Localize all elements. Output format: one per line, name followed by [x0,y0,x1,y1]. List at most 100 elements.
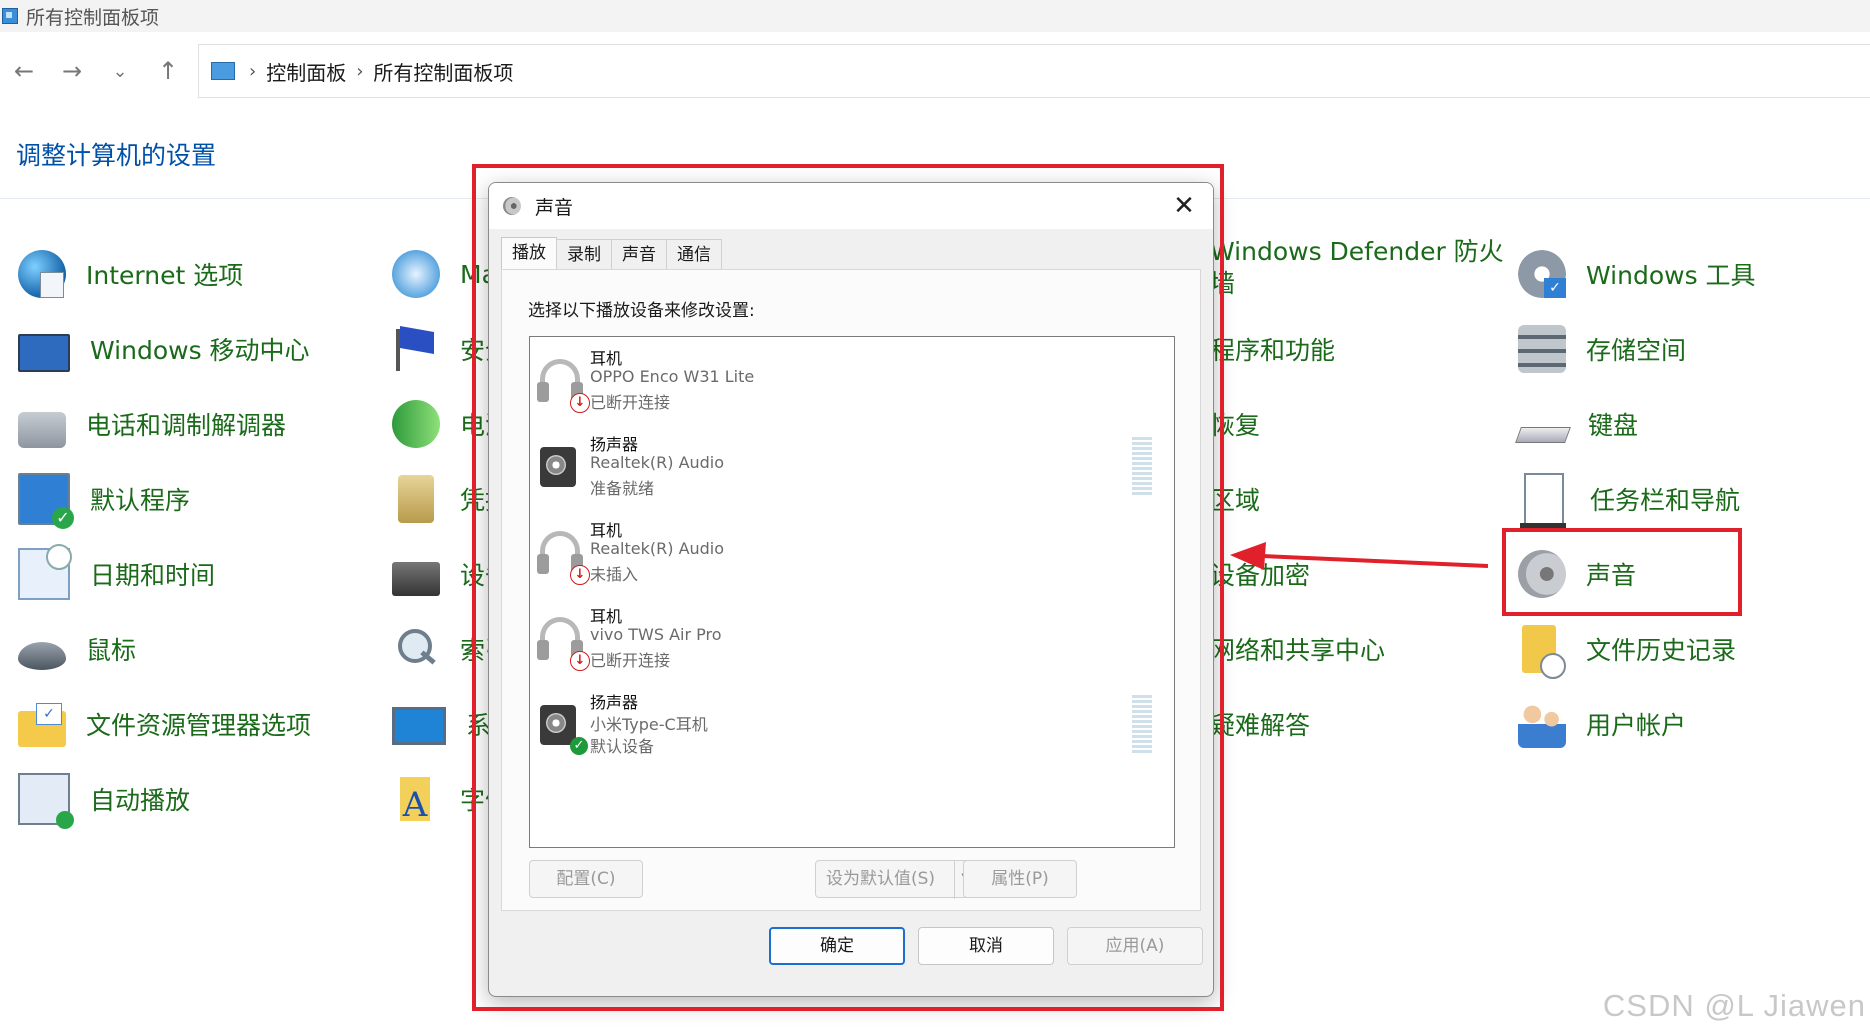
address-bar[interactable]: › 控制面板 › 所有控制面板项 [198,44,1870,98]
power-options-icon [392,400,440,448]
cp-item-date-time[interactable]: 日期和时间 [18,544,215,604]
cp-item-storage-spaces[interactable]: 存储空间 [1518,319,1686,379]
device-status: 已断开连接 [590,393,671,412]
dialog-titlebar: 声音 ✕ [489,183,1213,229]
cp-item-label: 日期和时间 [90,561,216,590]
dialog-title: 声音 [535,196,574,219]
cp-item-label: 设备加密 [1210,561,1311,590]
breadcrumb-separator-icon: › [249,60,257,82]
cancel-button[interactable]: 取消 [918,927,1054,965]
tab-communications[interactable]: 通信 [666,239,722,270]
cp-item-device-encryption[interactable]: 设备加密 [1210,544,1310,604]
device-name: 扬声器 [590,435,639,454]
keyboard-icon [1515,427,1571,443]
cp-item-windows-tools[interactable]: Windows 工具 [1518,244,1756,304]
device-list-item[interactable]: ↓ 耳机 Realtek(R) Audio 未插入 [536,511,1166,597]
laptop-icon [18,334,70,372]
playback-device-list[interactable]: ↓ 耳机 OPPO Enco W31 Lite 已断开连接 扬声器 Realte… [529,336,1175,848]
font-icon: A [400,777,430,825]
navigation-bar: ← → ⌄ ↑ › 控制面板 › 所有控制面板项 [0,40,1870,102]
device-description: Realtek(R) Audio [590,539,725,558]
headphones-icon [537,617,583,660]
cp-item-phone-modem[interactable]: 电话和调制解调器 [18,394,286,454]
breadcrumb-all-items[interactable]: 所有控制面板项 [373,57,513,86]
back-arrow-icon[interactable]: ← [0,57,48,85]
control-panel-icon [211,62,235,80]
phone-icon [18,412,66,448]
mail-icon [392,250,440,298]
speaker-box-icon [540,447,576,487]
firewall-label-line2: 墙 [1210,269,1236,298]
cp-item-label: 自动播放 [90,786,191,815]
cp-item-programs-features[interactable]: 程序和功能 [1210,319,1335,379]
device-status: 未插入 [590,565,639,584]
file-history-icon [1522,625,1566,679]
cp-item-recovery[interactable]: 恢复 [1210,394,1260,454]
properties-button[interactable]: 属性(P) [963,860,1077,898]
cp-item-label: 键盘 [1588,411,1639,440]
cp-item-mouse[interactable]: 鼠标 [18,619,136,679]
default-device-check-icon: ✓ [570,737,588,755]
disconnected-badge-icon: ↓ [570,565,590,585]
cp-item-file-history[interactable]: 文件历史记录 [1518,619,1736,679]
tab-recording[interactable]: 录制 [556,239,612,270]
cp-item-troubleshooting[interactable]: 疑难解答 [1210,694,1310,754]
device-name: 耳机 [590,607,623,626]
cp-item-user-accounts[interactable]: 用户帐户 [1518,694,1686,754]
cp-item-keyboard[interactable]: 键盘 [1515,394,1639,454]
cp-item-mobility-center[interactable]: Windows 移动中心 [18,319,310,379]
cp-item-label: 电话和调制解调器 [86,411,287,440]
calendar-clock-icon [18,544,72,600]
headphones-icon [537,359,583,402]
cp-item-label: Windows Defender 防火墙 [1210,236,1504,300]
cp-item-mail[interactable]: Ma [392,244,497,304]
instruction-text: 选择以下播放设备来修改设置: [528,301,755,321]
taskbar-icon [1520,473,1566,531]
cp-item-label: 程序和功能 [1210,336,1336,365]
cp-item-internet-options[interactable]: Internet 选项 [18,244,243,304]
device-name: 耳机 [590,349,623,368]
tab-playback[interactable]: 播放 [501,237,557,270]
magnifier-icon [392,625,440,673]
cp-item-taskbar[interactable]: 任务栏和导航 [1518,469,1741,531]
cp-item-label: 任务栏和导航 [1590,486,1741,515]
close-icon[interactable]: ✕ [1165,187,1203,225]
device-name: 扬声器 [590,693,639,712]
ok-button[interactable]: 确定 [769,927,905,965]
mouse-icon [18,642,66,670]
cp-item-network-sharing[interactable]: 网络和共享中心 [1210,619,1385,679]
storage-drives-icon [1518,325,1566,373]
cp-item-label: 存储空间 [1586,336,1687,365]
device-list-item[interactable]: ↓ 耳机 vivo TWS Air Pro 已断开连接 [536,597,1166,683]
device-list-item[interactable]: ✓ 扬声器 小米Type-C耳机 默认设备 [536,683,1166,769]
window-title: 所有控制面板项 [26,6,160,29]
up-arrow-icon[interactable]: ↑ [144,57,192,85]
users-icon [1518,700,1566,748]
forward-arrow-icon[interactable]: → [48,57,96,85]
tab-sounds[interactable]: 声音 [611,239,667,270]
device-list-item[interactable]: ↓ 耳机 OPPO Enco W31 Lite 已断开连接 [536,339,1166,425]
internet-options-icon [18,250,66,298]
cp-item-default-programs[interactable]: 默认程序 [18,469,190,529]
cp-item-region[interactable]: 区域 [1210,469,1260,529]
cp-item-label: 文件资源管理器选项 [86,711,312,740]
cp-item-label: 默认程序 [90,486,191,515]
cp-item-sound[interactable]: 声音 [1518,544,1636,604]
speaker-icon [1518,550,1566,598]
device-list-item[interactable]: 扬声器 Realtek(R) Audio 准备就绪 [536,425,1166,511]
device-description: 小米Type-C耳机 [590,715,708,734]
set-default-label: 设为默认值(S) [826,869,936,889]
breadcrumb-control-panel[interactable]: 控制面板 [266,57,346,86]
cp-item-firewall[interactable]: Windows Defender 防火墙 [1210,236,1504,316]
recent-locations-chevron-icon[interactable]: ⌄ [96,61,144,82]
cp-item-explorer-options[interactable]: 文件资源管理器选项 [18,694,311,754]
speaker-box-icon [540,705,576,745]
disconnected-badge-icon: ↓ [570,651,590,671]
configure-button[interactable]: 配置(C) [529,860,643,898]
dialog-tabs: 播放 录制 声音 通信 [501,237,722,270]
device-action-buttons: 配置(C) 设为默认值(S) ▼ 属性(P) [529,860,1175,900]
set-default-button[interactable]: 设为默认值(S) ▼ [815,860,979,899]
cp-item-label: Windows 工具 [1586,261,1756,290]
apply-button[interactable]: 应用(A) [1067,927,1203,965]
cp-item-autoplay[interactable]: 自动播放 [18,769,190,829]
